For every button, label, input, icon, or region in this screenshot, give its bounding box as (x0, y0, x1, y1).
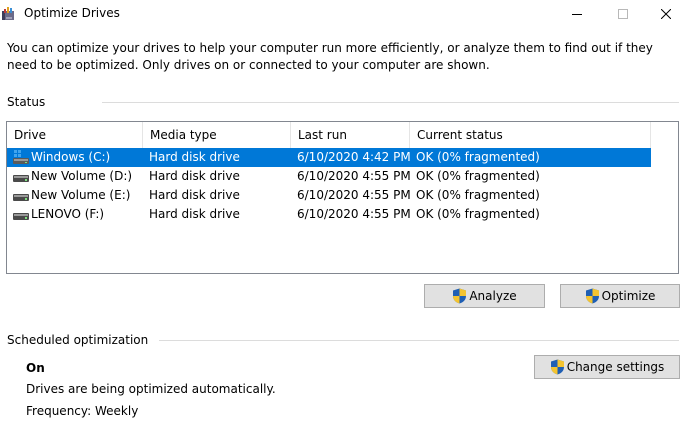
minimize-icon (572, 13, 582, 15)
last-run: 6/10/2020 4:55 PM (297, 207, 411, 221)
optimize-button[interactable]: Optimize (560, 284, 680, 308)
drive-row-f[interactable]: LENOVO (F:) Hard disk drive 6/10/2020 4:… (7, 205, 651, 224)
drive-name: Windows (C:) (31, 150, 111, 164)
drive-row-c[interactable]: Windows (C:) Hard disk drive 6/10/2020 4… (7, 148, 651, 167)
close-button[interactable] (646, 0, 685, 27)
drive-row-d[interactable]: New Volume (D:) Hard disk drive 6/10/202… (7, 167, 651, 186)
system-drive-icon (13, 150, 29, 164)
uac-shield-icon (550, 359, 564, 375)
header-filler (650, 122, 678, 148)
media-type: Hard disk drive (149, 150, 240, 164)
media-type: Hard disk drive (149, 207, 240, 221)
window-title: Optimize Drives (24, 6, 120, 20)
drive-name: New Volume (E:) (31, 188, 131, 202)
optimize-drives-icon (2, 7, 14, 20)
drive-row-e[interactable]: New Volume (E:) Hard disk drive 6/10/202… (7, 186, 651, 205)
status-section-label: Status (7, 95, 46, 109)
hard-drive-icon (13, 194, 29, 201)
maximize-button[interactable] (600, 0, 646, 27)
column-header-media-type[interactable]: Media type (143, 122, 291, 148)
change-settings-button[interactable]: Change settings (534, 355, 680, 379)
schedule-description: Drives are being optimized automatically… (26, 382, 276, 396)
change-settings-label: Change settings (566, 360, 665, 374)
current-status: OK (0% fragmented) (416, 150, 540, 164)
last-run: 6/10/2020 4:55 PM (297, 188, 411, 202)
current-status: OK (0% fragmented) (416, 169, 540, 183)
drive-name: LENOVO (F:) (31, 207, 105, 221)
status-divider (102, 102, 679, 103)
hard-drive-icon (13, 213, 29, 220)
minimize-button[interactable] (554, 0, 600, 27)
last-run: 6/10/2020 4:42 PM (297, 150, 411, 164)
current-status: OK (0% fragmented) (416, 188, 540, 202)
media-type: Hard disk drive (149, 188, 240, 202)
drive-list[interactable]: Drive Media type Last run Current status… (6, 121, 679, 274)
uac-shield-icon (453, 288, 467, 304)
drive-name: New Volume (D:) (31, 169, 133, 183)
last-run: 6/10/2020 4:55 PM (297, 169, 411, 183)
optimize-label: Optimize (601, 289, 656, 303)
scheduled-divider (159, 340, 679, 341)
current-status: OK (0% fragmented) (416, 207, 540, 221)
close-icon (660, 8, 671, 19)
media-type: Hard disk drive (149, 169, 240, 183)
scheduled-section-label: Scheduled optimization (7, 333, 149, 347)
analyze-label: Analyze (469, 289, 517, 303)
maximize-icon (618, 8, 628, 19)
intro-text: You can optimize your drives to help you… (7, 41, 653, 72)
schedule-frequency: Frequency: Weekly (26, 404, 139, 418)
analyze-button[interactable]: Analyze (424, 284, 545, 308)
hard-drive-icon (13, 175, 29, 182)
title-bar: Optimize Drives (0, 0, 685, 27)
uac-shield-icon (585, 288, 599, 304)
column-header-current-status[interactable]: Current status (410, 122, 651, 148)
column-header-last-run[interactable]: Last run (291, 122, 410, 148)
column-header-drive[interactable]: Drive (7, 122, 143, 148)
schedule-state: On (26, 361, 45, 375)
